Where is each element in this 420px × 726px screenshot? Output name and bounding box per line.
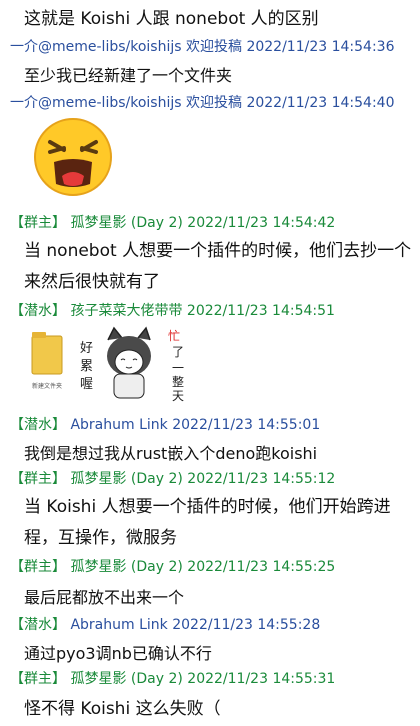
sender-name[interactable]: 孤梦星影 <box>70 471 126 487</box>
timestamp: 2022/11/23 14:55:01 <box>172 417 321 433</box>
message-text-10: 当 Koishi 人想要一个插件的时候，他们开始跨进程，互操作，微服务 <box>24 497 391 548</box>
sender-extra: (Day 2) <box>130 559 183 575</box>
svg-text:天: 天 <box>172 389 184 402</box>
message-header-15: 【群主】 孤梦星影 (Day 2) 2022/11/23 14:55:31 <box>10 668 335 688</box>
sender-extra: 欢迎投稿 <box>186 39 242 55</box>
svg-text:了: 了 <box>172 345 184 359</box>
folder-caption: 新建文件夹 <box>32 382 62 390</box>
message-text-8: 我倒是想过我从rust嵌入个deno跑koishi <box>24 444 318 463</box>
role-tag: 【群主】 <box>10 215 66 231</box>
role-tag: 【潜水】 <box>10 303 66 319</box>
message-header-7: 【潜水】 Abrahum Link 2022/11/23 14:55:01 <box>10 414 320 434</box>
tired-girl-sticker-image: 新建文件夹 好 累 喔 忙 了 一 整 天 <box>31 326 184 402</box>
role-tag: 【群主】 <box>10 671 66 687</box>
message-header-3: 一介@meme-libs/koishijs 欢迎投稿 2022/11/23 14… <box>10 92 394 112</box>
timestamp: 2022/11/23 14:54:40 <box>246 95 395 111</box>
sender-name[interactable]: 一介@meme-libs/koishijs <box>10 39 182 55</box>
sender-name[interactable]: 一介@meme-libs/koishijs <box>10 95 182 111</box>
message-text-12: 最后屁都放不出来一个 <box>24 588 185 607</box>
role-tag: 【潜水】 <box>10 417 66 433</box>
svg-text:喔: 喔 <box>80 377 93 392</box>
svg-text:一: 一 <box>172 361 184 375</box>
svg-text:好: 好 <box>80 341 93 356</box>
sender-extra: (Day 2) <box>130 671 183 687</box>
message-text-2: 至少我已经新建了一个文件夹 <box>24 66 233 85</box>
message-text-5: 当 nonebot 人想要一个插件的时候，他们去抄一个来然后很快就有了 <box>24 241 412 292</box>
message-header-13: 【潜水】 Abrahum Link 2022/11/23 14:55:28 <box>10 614 320 634</box>
timestamp: 2022/11/23 14:55:12 <box>187 471 336 487</box>
sender-name[interactable]: 孤梦星影 <box>70 559 126 575</box>
crying-face-emoji-icon <box>34 118 112 196</box>
svg-text:忙: 忙 <box>168 329 180 343</box>
timestamp: 2022/11/23 14:55:25 <box>187 559 336 575</box>
message-header-11: 【群主】 孤梦星影 (Day 2) 2022/11/23 14:55:25 <box>10 556 335 576</box>
sender-name[interactable]: Abrahum Link <box>70 617 167 633</box>
message-header-6: 【潜水】 孩子菜菜大佬带带 2022/11/23 14:54:51 <box>10 300 335 320</box>
timestamp: 2022/11/23 14:55:31 <box>187 671 336 687</box>
message-text-16: 怪不得 Koishi 这么失败（ <box>24 699 221 719</box>
timestamp: 2022/11/23 14:54:42 <box>187 215 336 231</box>
sender-extra: (Day 2) <box>130 471 183 487</box>
sender-name[interactable]: Abrahum Link <box>70 417 167 433</box>
timestamp: 2022/11/23 14:54:36 <box>246 39 395 55</box>
svg-text:累: 累 <box>80 359 93 374</box>
timestamp: 2022/11/23 14:55:28 <box>172 617 321 633</box>
svg-text:整: 整 <box>172 374 184 389</box>
sender-extra: 欢迎投稿 <box>186 95 242 111</box>
role-tag: 【群主】 <box>10 559 66 575</box>
message-text-14: 通过pyo3调nb已确认不行 <box>24 644 212 663</box>
role-tag: 【潜水】 <box>10 617 66 633</box>
timestamp: 2022/11/23 14:54:51 <box>186 303 335 319</box>
role-tag: 【群主】 <box>10 471 66 487</box>
sender-name[interactable]: 孩子菜菜大佬带带 <box>70 303 182 319</box>
message-text-0: 这就是 Koishi 人跟 nonebot 人的区别 <box>24 9 319 29</box>
sender-name[interactable]: 孤梦星影 <box>70 215 126 231</box>
sender-name[interactable]: 孤梦星影 <box>70 671 126 687</box>
sender-extra: (Day 2) <box>130 215 183 231</box>
folder-icon <box>31 335 63 375</box>
message-header-1: 一介@meme-libs/koishijs 欢迎投稿 2022/11/23 14… <box>10 36 394 56</box>
message-header-9: 【群主】 孤梦星影 (Day 2) 2022/11/23 14:55:12 <box>10 468 335 488</box>
message-header-4: 【群主】 孤梦星影 (Day 2) 2022/11/23 14:54:42 <box>10 212 335 232</box>
